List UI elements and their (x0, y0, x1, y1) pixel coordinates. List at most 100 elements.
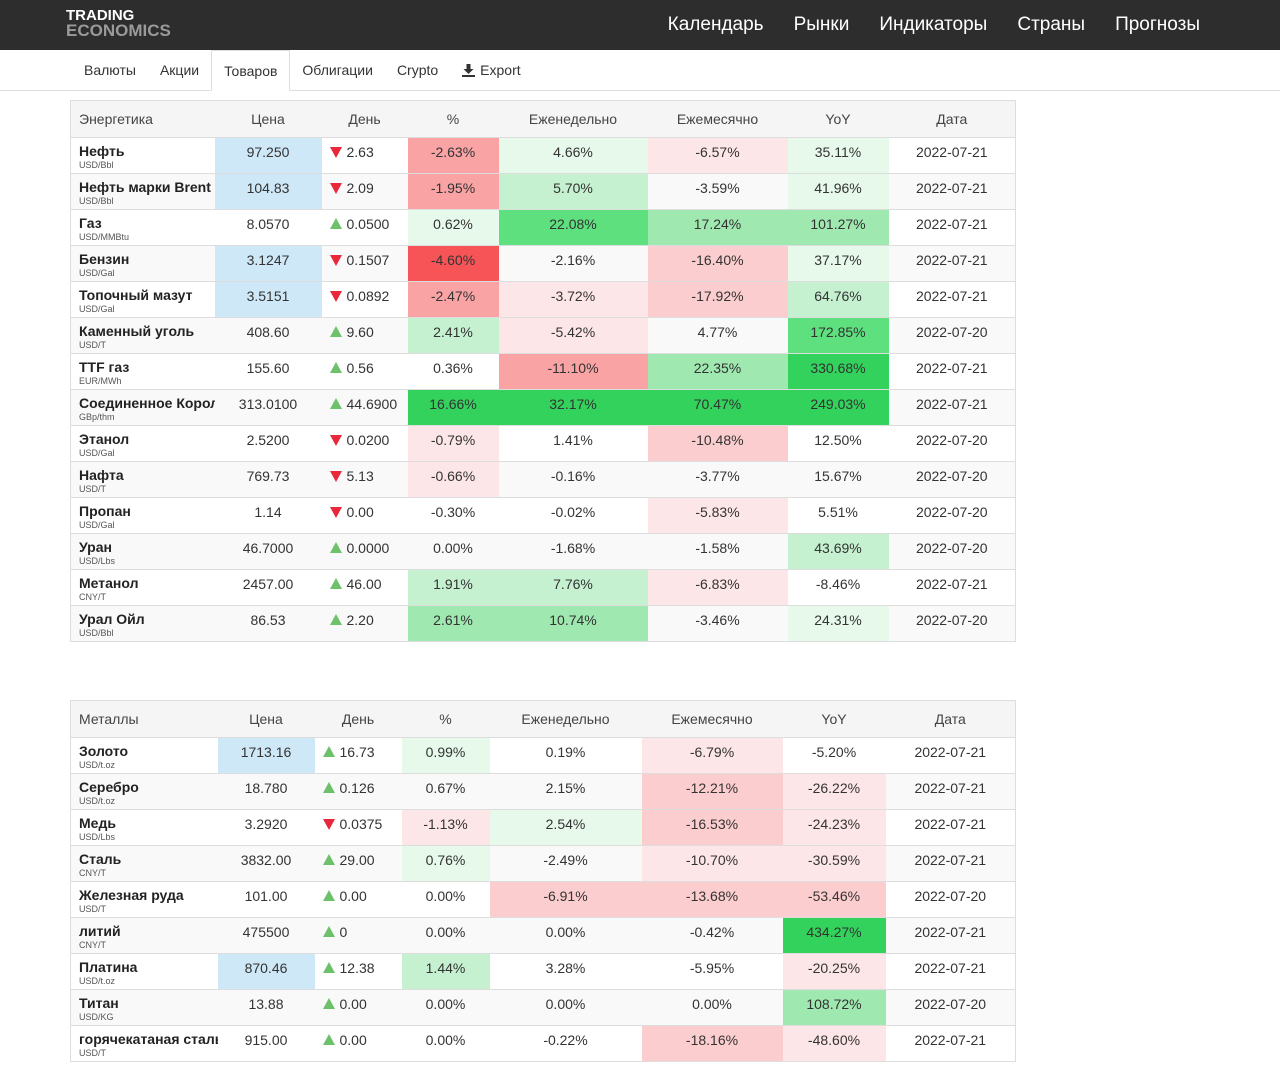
table-row[interactable]: Нафта USD/T 769.73 5.13 -0.66% -0.16% -3.77% 15… (70, 461, 1016, 498)
commodity-cell[interactable]: литий CNY/T (70, 917, 218, 954)
commodity-cell[interactable]: Золото USD/t.oz (70, 737, 218, 774)
commodity-cell[interactable]: Уран USD/Lbs (70, 533, 215, 570)
table-row[interactable]: Платина USD/t.oz 870.46 12.38 1.44% 3.28% -5.9… (70, 953, 1016, 990)
column-header[interactable]: Ежемесячно (641, 700, 783, 738)
table-row[interactable]: горячекатаная сталь USD/T 915.00 0.00 0.00% -… (70, 1025, 1016, 1062)
commodity-name[interactable]: Пропан (79, 503, 215, 520)
nav-markets[interactable]: Рынки (794, 14, 850, 36)
table-row[interactable]: Газ USD/MMBtu 8.0570 0.0500 0.62% 22.08% 17.24… (70, 209, 1016, 246)
commodity-cell[interactable]: Титан USD/KG (70, 989, 218, 1026)
table-row[interactable]: Этанол USD/Gal 2.5200 0.0200 -0.79% 1.41% -10.… (70, 425, 1016, 462)
table-title[interactable]: Энергетика (70, 100, 215, 138)
table-row[interactable]: Нефть марки Brent USD/Bbl 104.83 2.09 -1.95%… (70, 173, 1016, 210)
commodity-name[interactable]: TTF газ (79, 359, 215, 376)
commodity-cell[interactable]: Газ USD/MMBtu (70, 209, 215, 246)
table-row[interactable]: Серебро USD/t.oz 18.780 0.126 0.67% 2.15% -12.… (70, 773, 1016, 810)
commodity-cell[interactable]: Железная руда USD/T (70, 881, 218, 918)
table-row[interactable]: Сталь CNY/T 3832.00 29.00 0.76% -2.49% -10.70%… (70, 845, 1016, 882)
trading-economics-logo[interactable]: TRADING ECONOMICS (66, 8, 171, 39)
commodity-cell[interactable]: Этанол USD/Gal (70, 425, 215, 462)
commodity-name[interactable]: Титан (79, 995, 218, 1012)
nav-forecasts[interactable]: Прогнозы (1115, 14, 1200, 36)
column-header[interactable]: День (321, 100, 408, 138)
commodity-name[interactable]: Нефть марки Brent (79, 179, 215, 196)
commodity-cell[interactable]: Соединенное Королевство ГазGBp/thm (70, 389, 215, 426)
commodity-name[interactable]: Платина (79, 959, 218, 976)
table-row[interactable]: TTF газ EUR/MWh 155.60 0.56 0.36% -11.10% 22.3… (70, 353, 1016, 390)
tab-4[interactable]: Crypto (385, 50, 450, 90)
tab-1[interactable]: Акции (148, 50, 211, 90)
commodity-name[interactable]: Серебро (79, 779, 218, 796)
commodity-name[interactable]: Уран (79, 539, 215, 556)
table-row[interactable]: Золото USD/t.oz 1713.16 16.73 0.99% 0.19% -6.7… (70, 737, 1016, 774)
column-header[interactable]: % (407, 100, 499, 138)
nav-indicators[interactable]: Индикаторы (879, 14, 987, 36)
table-row[interactable]: Соединенное Королевство ГазGBp/thm313.01… (70, 389, 1016, 426)
commodity-cell[interactable]: Каменный уголь USD/T (70, 317, 215, 354)
commodity-name[interactable]: Соединенное Королевство Газ (79, 395, 215, 412)
commodity-cell[interactable]: Пропан USD/Gal (70, 497, 215, 534)
commodity-name[interactable]: литий (79, 923, 218, 940)
table-row[interactable]: Уран USD/Lbs 46.7000 0.0000 0.00% -1.68% -1.58… (70, 533, 1016, 570)
table-row[interactable]: Пропан USD/Gal 1.14 0.00 -0.30% -0.02% -5.83% 5… (70, 497, 1016, 534)
commodity-cell[interactable]: Нефть марки Brent USD/Bbl (70, 173, 215, 210)
table-row[interactable]: Медь USD/Lbs 3.2920 0.0375 -1.13% 2.54% -16.53… (70, 809, 1016, 846)
commodity-name[interactable]: Нефть (79, 143, 215, 160)
commodity-name[interactable]: Каменный уголь (79, 323, 215, 340)
commodity-cell[interactable]: Топочный мазут USD/Gal (70, 281, 215, 318)
table-row[interactable]: Бензин USD/Gal 3.1247 0.1507 -4.60% -2.16% -16… (70, 245, 1016, 282)
column-header[interactable]: Дата (888, 100, 1016, 138)
column-header[interactable]: Еженедельно (498, 100, 648, 138)
commodity-name[interactable]: Этанол (79, 431, 215, 448)
nav-countries[interactable]: Страны (1017, 14, 1085, 36)
table-row[interactable]: литий CNY/T 475500 0 0.00% 0.00% -0.42% 434.27%… (70, 917, 1016, 954)
column-header[interactable]: День (314, 700, 402, 738)
table-title[interactable]: Металлы (70, 700, 218, 738)
commodity-name[interactable]: Метанол (79, 575, 215, 592)
column-header[interactable]: % (401, 700, 490, 738)
commodity-name[interactable]: Газ (79, 215, 215, 232)
column-header[interactable]: Дата (885, 700, 1016, 738)
table-row[interactable]: Нефть USD/Bbl 97.250 2.63 -2.63% 4.66% -6.57% 3… (70, 137, 1016, 174)
day-change-value: 0.0375 (339, 816, 383, 832)
nav-calendar[interactable]: Календарь (668, 14, 764, 36)
commodity-cell[interactable]: Медь USD/Lbs (70, 809, 218, 846)
arrow-up-icon (329, 362, 342, 373)
commodity-name[interactable]: Сталь (79, 851, 218, 868)
commodity-cell[interactable]: Нефть USD/Bbl (70, 137, 215, 174)
commodity-cell[interactable]: Метанол CNY/T (70, 569, 215, 606)
table-row[interactable]: Железная руда USD/T 101.00 0.00 0.00% -6.91% -… (70, 881, 1016, 918)
commodity-cell[interactable]: Бензин USD/Gal (70, 245, 215, 282)
commodity-name[interactable]: Топочный мазут (79, 287, 215, 304)
column-header[interactable]: YoY (782, 700, 886, 738)
column-header[interactable]: YoY (787, 100, 889, 138)
commodity-name[interactable]: Урал Ойл (79, 611, 215, 628)
commodity-cell[interactable]: Нафта USD/T (70, 461, 215, 498)
column-header[interactable]: Ежемесячно (647, 100, 788, 138)
column-header[interactable]: Цена (217, 700, 315, 738)
column-header[interactable]: Цена (214, 100, 322, 138)
commodity-name[interactable]: Бензин (79, 251, 215, 268)
commodity-cell[interactable]: Серебро USD/t.oz (70, 773, 218, 810)
column-header[interactable]: Еженедельно (489, 700, 642, 738)
tab-2[interactable]: Товаров (211, 50, 291, 91)
commodity-name[interactable]: Железная руда (79, 887, 218, 904)
commodity-cell[interactable]: Сталь CNY/T (70, 845, 218, 882)
tab-3[interactable]: Облигации (290, 50, 385, 90)
commodity-cell[interactable]: TTF газ EUR/MWh (70, 353, 215, 390)
table-row[interactable]: Каменный уголь USD/T 408.60 9.60 2.41% -5.42%… (70, 317, 1016, 354)
tab-5[interactable]: Export (450, 50, 532, 90)
commodity-cell[interactable]: горячекатаная сталь USD/T (70, 1025, 218, 1062)
table-row[interactable]: Метанол CNY/T 2457.00 46.00 1.91% 7.76% -6.83%… (70, 569, 1016, 606)
table-row[interactable]: Урал Ойл USD/Bbl 86.53 2.20 2.61% 10.74% -3.46… (70, 605, 1016, 642)
commodity-cell[interactable]: Урал Ойл USD/Bbl (70, 605, 215, 642)
table-row[interactable]: Титан USD/KG 13.88 0.00 0.00% 0.00% 0.00% 108.7… (70, 989, 1016, 1026)
commodity-cell[interactable]: Платина USD/t.oz (70, 953, 218, 990)
tab-0[interactable]: Валюты (72, 50, 148, 90)
commodity-name[interactable]: Медь (79, 815, 218, 832)
commodity-name[interactable]: горячекатаная сталь (79, 1031, 218, 1048)
yoy-change-cell: -20.25% (782, 953, 886, 990)
table-row[interactable]: Топочный мазут USD/Gal 3.5151 0.0892 -2.47% -… (70, 281, 1016, 318)
commodity-name[interactable]: Нафта (79, 467, 215, 484)
commodity-name[interactable]: Золото (79, 743, 218, 760)
